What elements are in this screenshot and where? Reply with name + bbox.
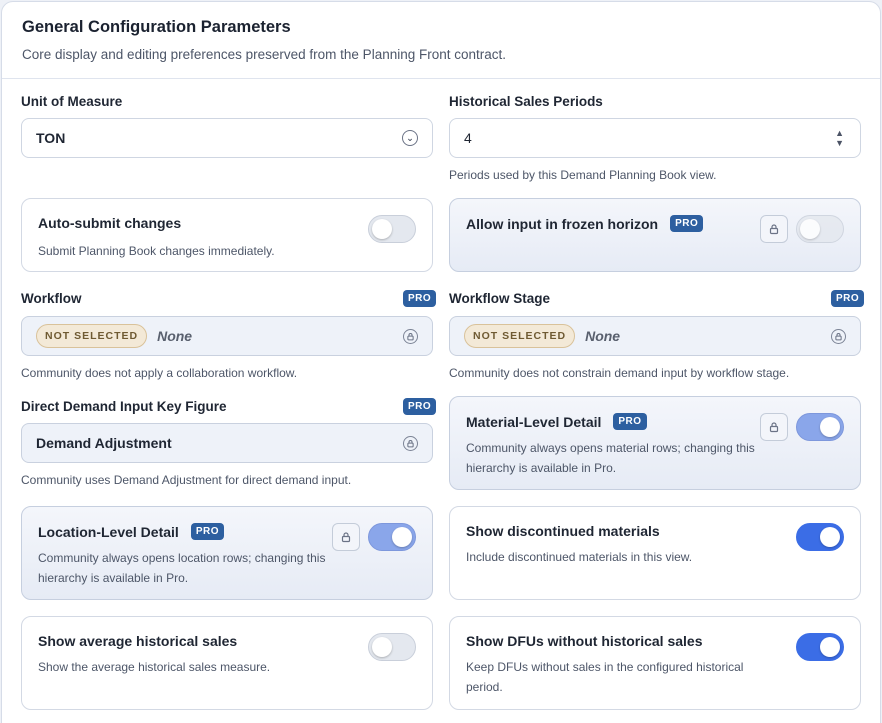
workflow-help: Community does not apply a collaboration… (21, 366, 298, 380)
direct-demand-help: Community uses Demand Adjustment for dir… (21, 473, 352, 487)
direct-demand-label: Direct Demand Input Key Figure (21, 399, 227, 414)
workflow-stage-pro-badge: PRO (831, 290, 865, 307)
historical-sales-periods-help: Periods used by this Demand Planning Boo… (449, 168, 717, 182)
show-discontinued-card: Show discontinued materials Include disc… (449, 506, 861, 600)
location-level-title: Location-Level Detail (38, 523, 179, 540)
historical-sales-periods-input[interactable]: 4 ▲ ▼ (449, 118, 861, 158)
unit-of-measure-label: Unit of Measure (21, 94, 123, 109)
location-level-card: Location-Level Detail PRO Community alwa… (21, 506, 433, 600)
unit-of-measure-value: TON (36, 130, 66, 146)
frozen-horizon-card: Allow input in frozen horizon PRO (449, 198, 861, 272)
material-level-title: Material-Level Detail (466, 413, 602, 430)
direct-demand-pro-badge: PRO (403, 398, 437, 415)
show-dfus-title: Show DFUs without historical sales (466, 633, 703, 649)
workflow-select[interactable]: NOT SELECTED None (21, 316, 433, 356)
frozen-horizon-toggle[interactable] (796, 215, 844, 243)
show-discontinued-desc: Include discontinued materials in this v… (466, 550, 693, 564)
show-dfus-desc: Keep DFUs without sales in the configure… (466, 660, 744, 694)
general-config-panel: General Configuration Parameters Core di… (1, 1, 881, 723)
unit-of-measure-select[interactable]: TON ⌄ (21, 118, 433, 158)
lock-icon[interactable] (760, 413, 788, 441)
lock-icon (403, 329, 418, 344)
direct-demand-select[interactable]: Demand Adjustment (21, 423, 433, 463)
panel-header: General Configuration Parameters Core di… (2, 2, 880, 79)
lock-icon[interactable] (760, 215, 788, 243)
workflow-stage-label: Workflow Stage (449, 291, 551, 306)
historical-sales-periods-value: 4 (464, 130, 472, 146)
not-selected-badge: NOT SELECTED (36, 324, 148, 348)
pro-badge: PRO (670, 215, 704, 232)
location-level-desc: Community always opens location rows; ch… (38, 551, 326, 585)
auto-submit-desc: Submit Planning Book changes immediately… (38, 244, 275, 258)
panel-title: General Configuration Parameters (22, 18, 291, 36)
auto-submit-title: Auto-submit changes (38, 215, 182, 231)
material-level-toggle[interactable] (796, 413, 844, 441)
not-selected-badge: NOT SELECTED (464, 324, 576, 348)
location-level-toggle[interactable] (368, 523, 416, 551)
show-discontinued-toggle[interactable] (796, 523, 844, 551)
panel-subtitle: Core display and editing preferences pre… (22, 47, 507, 62)
pro-badge: PRO (190, 523, 224, 540)
auto-submit-toggle[interactable] (368, 215, 416, 243)
show-dfus-toggle[interactable] (796, 633, 844, 661)
material-level-desc: Community always opens material rows; ch… (466, 441, 755, 475)
show-average-title: Show average historical sales (38, 633, 238, 649)
number-stepper-icon[interactable]: ▲ ▼ (835, 128, 844, 148)
workflow-stage-value: None (585, 328, 621, 344)
workflow-value: None (157, 328, 193, 344)
pro-badge: PRO (613, 413, 647, 430)
show-dfus-card: Show DFUs without historical sales Keep … (449, 616, 861, 710)
direct-demand-value: Demand Adjustment (36, 435, 172, 451)
show-average-card: Show average historical sales Show the a… (21, 616, 433, 710)
workflow-label: Workflow (21, 291, 82, 306)
auto-submit-card: Auto-submit changes Submit Planning Book… (21, 198, 433, 272)
chevron-down-icon: ⌄ (402, 130, 418, 146)
show-average-toggle[interactable] (368, 633, 416, 661)
show-average-desc: Show the average historical sales measur… (38, 660, 271, 674)
workflow-stage-select[interactable]: NOT SELECTED None (449, 316, 861, 356)
lock-icon[interactable] (332, 523, 360, 551)
workflow-stage-help: Community does not constrain demand inpu… (449, 366, 790, 380)
material-level-card: Material-Level Detail PRO Community alwa… (449, 396, 861, 490)
lock-icon (831, 329, 846, 344)
show-discontinued-title: Show discontinued materials (466, 523, 660, 539)
historical-sales-periods-label: Historical Sales Periods (449, 94, 603, 109)
frozen-horizon-title: Allow input in frozen horizon (466, 215, 659, 232)
workflow-pro-badge: PRO (403, 290, 437, 307)
lock-icon (403, 436, 418, 451)
